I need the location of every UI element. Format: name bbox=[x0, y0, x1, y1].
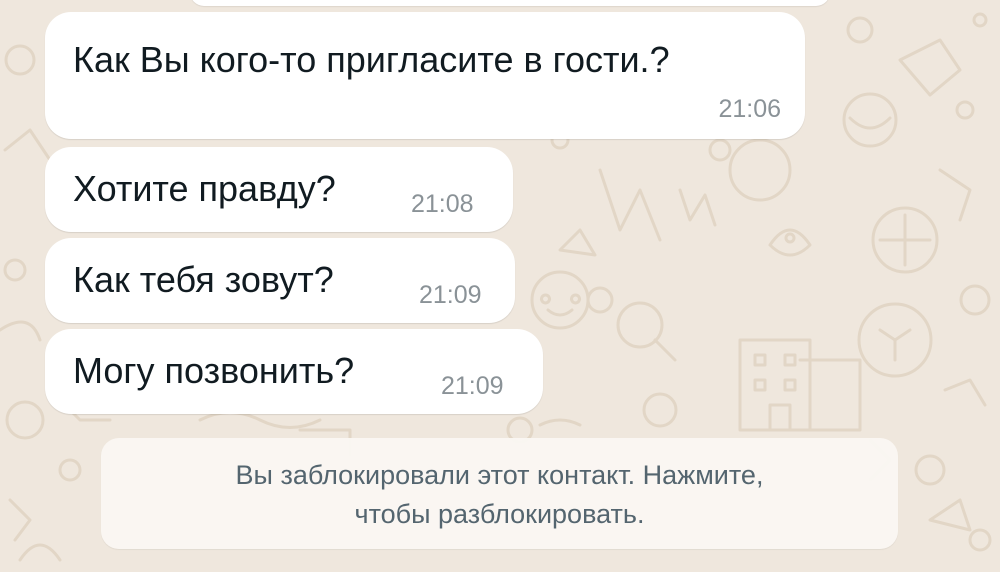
message-timestamp: 21:09 bbox=[419, 281, 482, 309]
blocked-notice-line-1: Вы заблокировали этот контакт. Нажмите, bbox=[235, 460, 764, 490]
message-text: Хотите правду? bbox=[73, 168, 336, 209]
message-text: Могу позвонить? bbox=[73, 350, 355, 391]
blocked-notice-line-2: чтобы разблокировать. bbox=[354, 499, 645, 529]
incoming-message-bubble[interactable]: Могу позвонить? 21:09 bbox=[45, 329, 543, 414]
message-text: Как тебя зовут? bbox=[73, 259, 334, 300]
incoming-message-bubble[interactable]: Хотите правду? 21:08 bbox=[45, 147, 513, 232]
message-timestamp: 21:06 bbox=[718, 95, 781, 123]
blocked-contact-notice[interactable]: Вы заблокировали этот контакт. Нажмите, … bbox=[101, 438, 898, 549]
incoming-message-bubble[interactable]: Как Вы кого-то пригласите в гости.? 21:0… bbox=[45, 12, 805, 139]
incoming-message-bubble[interactable]: Как тебя зовут? 21:09 bbox=[45, 238, 515, 323]
message-timestamp: 21:09 bbox=[441, 372, 504, 400]
previous-message-bubble-edge bbox=[190, 0, 830, 6]
message-text: Как Вы кого-то пригласите в гости.? bbox=[73, 39, 670, 80]
message-timestamp: 21:08 bbox=[411, 190, 474, 218]
